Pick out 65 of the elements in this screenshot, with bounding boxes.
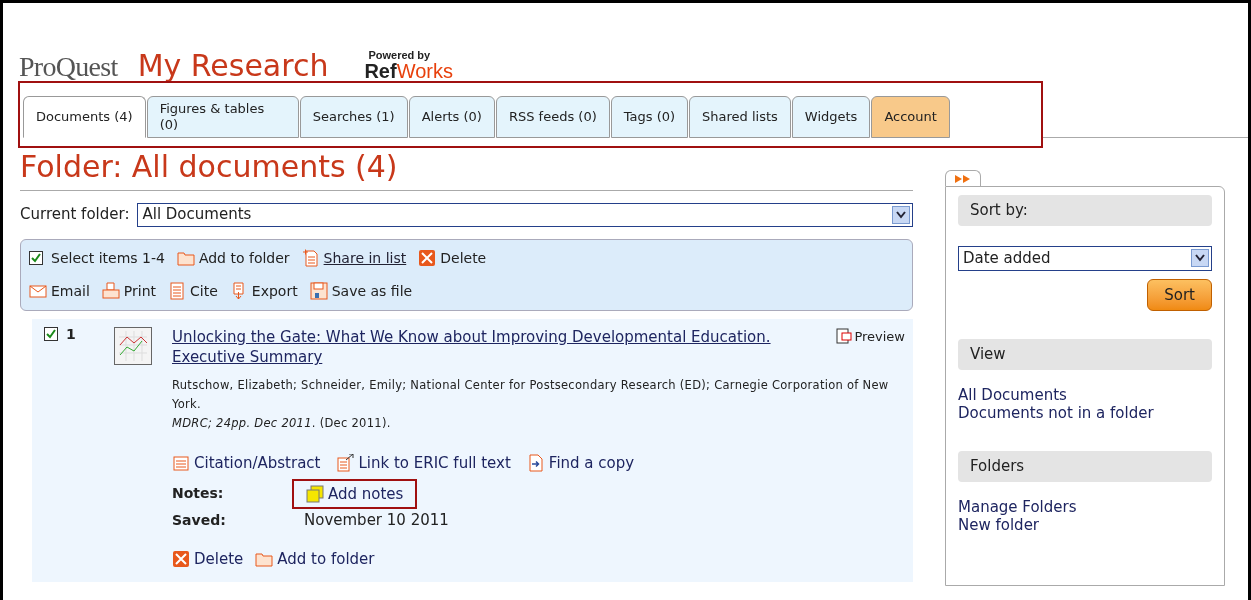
checkbox[interactable] xyxy=(29,251,43,265)
tab[interactable]: Alerts (0) xyxy=(408,96,495,138)
double-arrow-icon xyxy=(954,173,972,184)
tab[interactable]: Account xyxy=(871,96,950,138)
item-number: 1 xyxy=(66,326,76,341)
delete-icon xyxy=(418,249,437,267)
sort-select[interactable]: Date added xyxy=(958,245,1212,271)
document-arrow-icon xyxy=(526,454,545,473)
tab[interactable]: Searches (1) xyxy=(299,96,408,138)
preview-link[interactable]: Preview xyxy=(836,326,905,346)
saved-label: Saved: xyxy=(172,510,227,530)
printer-icon xyxy=(101,282,120,300)
notes-label: Notes: xyxy=(172,484,225,504)
sidebar-link[interactable]: New folder xyxy=(958,516,1212,535)
toolbar-action[interactable]: Add to folder xyxy=(176,247,290,269)
toolbar-action[interactable]: Export xyxy=(229,280,298,302)
document-link[interactable]: Link to ERIC full text xyxy=(336,452,511,475)
saved-date: November 10 2011 xyxy=(303,510,450,532)
envelope-icon xyxy=(29,282,47,300)
document-arrow-icon xyxy=(336,454,355,473)
tab[interactable]: Shared lists xyxy=(689,96,791,138)
tab[interactable]: RSS feeds (0) xyxy=(495,96,610,138)
document-link[interactable]: Find a copy xyxy=(526,452,635,475)
logo: ProQuest xyxy=(19,53,118,81)
delete-icon xyxy=(172,549,190,568)
select-items-label: Select items 1-4 xyxy=(51,248,165,268)
powered-by-text: Powered by xyxy=(368,50,431,61)
document-list-icon xyxy=(172,454,190,473)
line-chart-icon xyxy=(114,326,152,365)
toolbar-action[interactable]: Share in list xyxy=(301,247,407,269)
preview-icon xyxy=(836,328,853,345)
folder-icon xyxy=(176,249,195,267)
collapse-tab[interactable] xyxy=(945,170,981,186)
sidebar-link[interactable]: Manage Folders xyxy=(958,497,1212,517)
section-header: Folders xyxy=(958,451,1212,482)
sidebar-link[interactable]: All Documents xyxy=(958,385,1212,405)
folder-select[interactable]: All Documents xyxy=(137,202,913,227)
document-source: MDRC; 24pp. Dec 2011. (Dec 2011). xyxy=(172,414,392,432)
toolbar-action[interactable]: Email xyxy=(29,280,90,302)
tab[interactable]: Documents (4) xyxy=(23,96,146,138)
checkbox[interactable] xyxy=(44,326,58,341)
sidebar-link[interactable]: Documents not in a folder xyxy=(958,404,1212,423)
sort-button[interactable]: Sort xyxy=(1147,278,1212,311)
document-link[interactable]: Citation/Abstract xyxy=(172,452,321,475)
toolbar-action[interactable]: Save as file xyxy=(309,280,413,302)
document-action[interactable]: Add to folder xyxy=(255,547,375,571)
document-title-link[interactable]: Unlocking the Gate: What We Know about Improving Developmental Education. Executive Summary xyxy=(172,326,825,368)
document-plus-icon xyxy=(301,249,320,267)
toolbar-action[interactable]: Cite xyxy=(168,280,218,302)
folder-heading: Folder: All documents (4) xyxy=(20,148,399,186)
document-action[interactable]: Delete xyxy=(172,547,244,571)
folder-label: Current folder: xyxy=(20,204,130,226)
tab[interactable]: Widgets xyxy=(791,96,871,138)
tab[interactable]: Tags (0) xyxy=(610,96,689,138)
section-header: Sort by: xyxy=(958,195,1212,226)
refworks-logo: RefWorks xyxy=(364,61,453,81)
notes-icon xyxy=(306,484,324,503)
tab[interactable]: Figures & tables (0) xyxy=(146,96,299,138)
document-authors: Rutschow, Elizabeth; Schneider, Emily; National Center for Postsecondary Research (ED); Carnegie Corporation of New York. xyxy=(172,376,890,414)
page-title: My Research xyxy=(137,51,329,81)
toolbar-action[interactable]: Delete xyxy=(418,247,487,269)
document-icon xyxy=(168,282,187,300)
toolbar-action[interactable]: Print xyxy=(101,280,157,302)
section-header: View xyxy=(958,339,1212,370)
add-notes-link[interactable]: Add notes xyxy=(292,478,418,510)
